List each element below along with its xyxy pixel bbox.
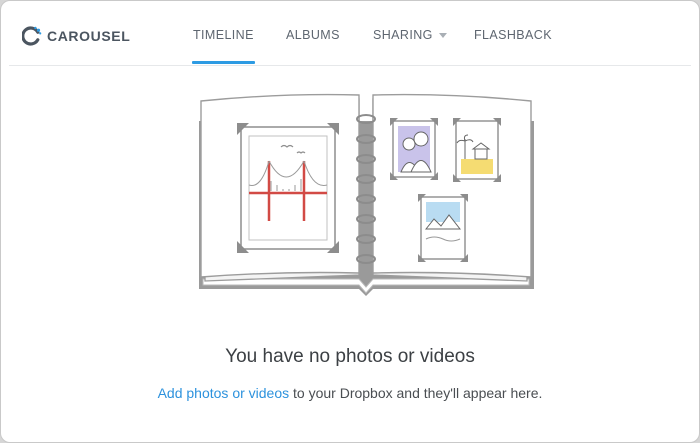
empty-state-message-text: to your Dropbox and they'll appear here. xyxy=(289,385,543,401)
header-divider xyxy=(9,65,691,66)
tab-flashback[interactable]: FLASHBACK xyxy=(474,28,552,42)
photo-album-illustration xyxy=(199,93,534,296)
tab-timeline-label: TIMELINE xyxy=(193,28,254,42)
app-logo[interactable]: CAROUSEL xyxy=(22,25,130,47)
add-photos-link[interactable]: Add photos or videos xyxy=(158,385,290,401)
tab-sharing[interactable]: SHARING xyxy=(373,28,447,42)
top-bar: CAROUSEL TIMELINE ALBUMS SHARING FLASHBA… xyxy=(1,1,699,65)
empty-state-message: Add photos or videos to your Dropbox and… xyxy=(1,385,699,401)
tab-flashback-label: FLASHBACK xyxy=(474,28,552,42)
chevron-down-icon xyxy=(438,33,447,39)
carousel-logo-icon xyxy=(22,26,42,46)
app-window: CAROUSEL TIMELINE ALBUMS SHARING FLASHBA… xyxy=(0,0,700,443)
empty-state-title: You have no photos or videos xyxy=(225,346,475,367)
app-name: CAROUSEL xyxy=(47,28,131,44)
tab-timeline[interactable]: TIMELINE xyxy=(192,28,255,64)
tab-albums-label: ALBUMS xyxy=(286,28,340,42)
tab-sharing-label: SHARING xyxy=(373,28,433,42)
tab-albums[interactable]: ALBUMS xyxy=(286,28,340,42)
